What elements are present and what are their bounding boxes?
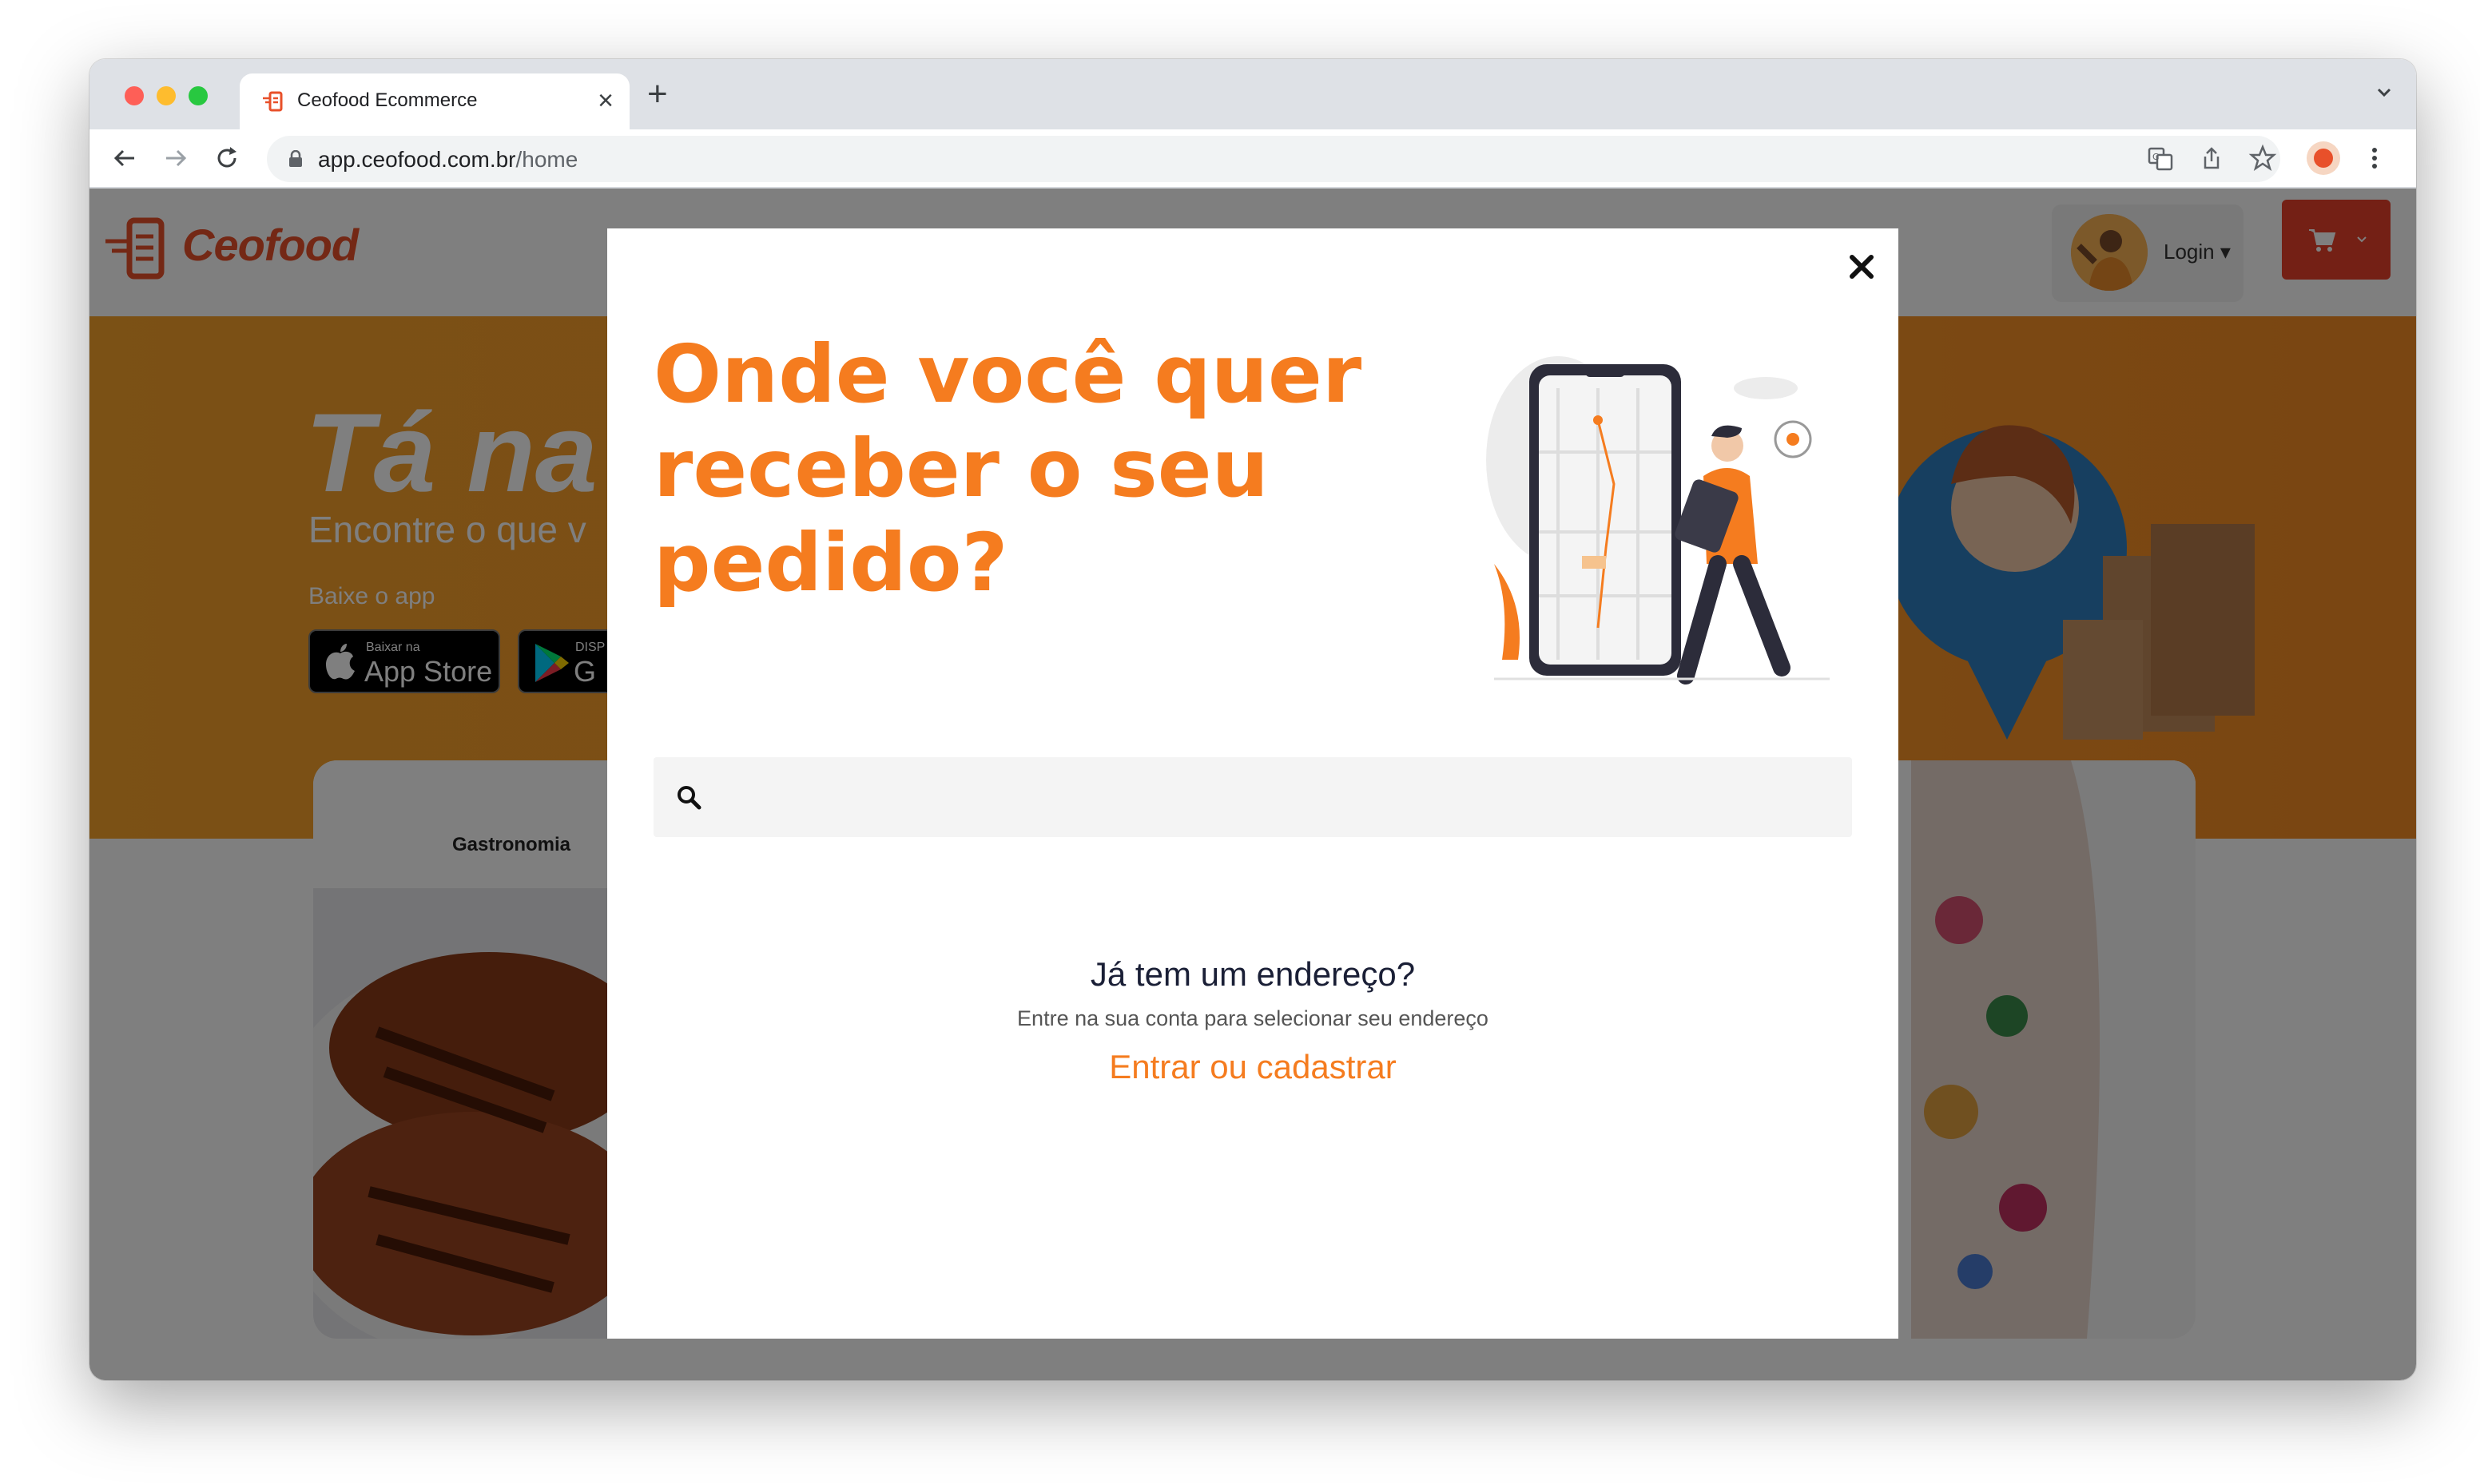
tab-close-icon[interactable]: × xyxy=(598,85,614,117)
minimize-window-button[interactable] xyxy=(157,86,176,105)
ceofood-favicon-icon xyxy=(263,91,283,112)
url-host: app.ceofood.com.br xyxy=(318,147,516,172)
modal-title: Onde você quer receber o seu pedido? xyxy=(654,327,1362,609)
more-menu-icon[interactable] xyxy=(2360,144,2389,173)
translate-icon[interactable]: G xyxy=(2146,144,2175,173)
address-hint: Entre na sua conta para selecionar seu e… xyxy=(1017,1006,1488,1030)
delivery-map-illustration xyxy=(1486,356,1830,684)
url-path: /home xyxy=(515,147,578,172)
close-window-button[interactable] xyxy=(125,86,144,105)
browser-window: Ceofood Ecommerce × + app.ceofood.com.br… xyxy=(89,59,2416,1380)
search-icon xyxy=(678,786,701,810)
address-search-box xyxy=(654,757,1852,837)
close-icon[interactable] xyxy=(1844,249,1879,284)
lock-icon[interactable] xyxy=(288,150,304,168)
reload-icon[interactable] xyxy=(213,144,241,173)
tab-strip: Ceofood Ecommerce × + xyxy=(89,59,2416,129)
browser-tab[interactable]: Ceofood Ecommerce × xyxy=(240,73,630,129)
tab-title: Ceofood Ecommerce xyxy=(297,89,478,111)
page-content: Ceofood Login ▾ xyxy=(89,188,2416,1380)
forward-arrow-icon[interactable] xyxy=(161,144,190,173)
profile-avatar-icon[interactable] xyxy=(2306,141,2341,176)
share-icon[interactable] xyxy=(2197,144,2226,173)
address-bar[interactable]: app.ceofood.com.br/home xyxy=(267,136,2280,182)
url-text: app.ceofood.com.br/home xyxy=(318,147,578,173)
address-search-input[interactable] xyxy=(716,757,1834,837)
browser-toolbar: app.ceofood.com.br/home G xyxy=(89,129,2416,188)
back-arrow-icon[interactable] xyxy=(110,144,139,173)
maximize-window-button[interactable] xyxy=(189,86,208,105)
new-tab-button[interactable]: + xyxy=(647,77,668,112)
bookmark-star-icon[interactable] xyxy=(2248,144,2277,173)
login-register-link[interactable]: Entrar ou cadastrar xyxy=(607,1048,1898,1086)
tab-search-chevron-icon[interactable] xyxy=(2373,81,2395,104)
address-question: Já tem um endereço? xyxy=(1090,955,1416,993)
svg-text:G: G xyxy=(2152,152,2160,162)
address-modal: Onde você quer receber o seu pedido? Já … xyxy=(607,228,1898,1339)
